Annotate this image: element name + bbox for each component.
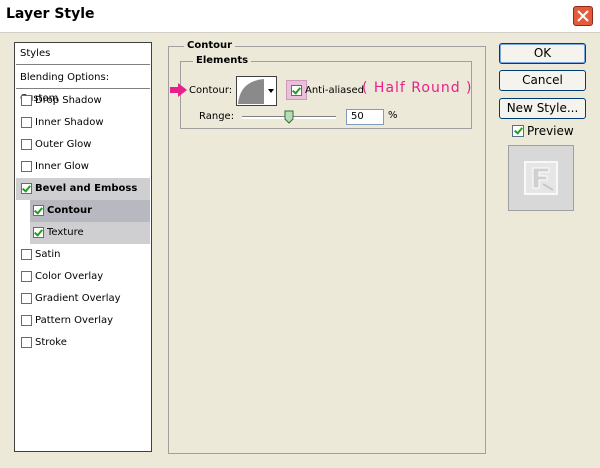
drop-shadow-checkbox[interactable] [21, 95, 32, 106]
style-item-drop-shadow[interactable]: Drop Shadow [16, 90, 150, 112]
anti-aliased-checkbox[interactable] [291, 85, 302, 96]
elements-section-title: Elements [193, 55, 252, 67]
close-icon [577, 10, 589, 22]
style-item-texture[interactable]: Texture [30, 222, 150, 244]
half-round-curve-icon [238, 79, 264, 104]
style-item-gradient-overlay[interactable]: Gradient Overlay [16, 288, 150, 310]
style-item-label: Bevel and Emboss [35, 183, 138, 194]
half-round-annotation: ( Half Round ) [362, 80, 473, 96]
style-item-satin[interactable]: Satin [16, 244, 150, 266]
style-item-bevel-and-emboss[interactable]: Bevel and Emboss [16, 178, 150, 200]
style-preview-thumbnail [508, 145, 574, 211]
style-item-inner-glow[interactable]: Inner Glow [16, 156, 150, 178]
color-overlay-checkbox[interactable] [21, 271, 32, 282]
range-slider-thumb[interactable] [284, 110, 294, 124]
style-item-label: Stroke [35, 337, 67, 348]
styles-header-label: Styles [20, 48, 51, 59]
new-style-button[interactable]: New Style... [499, 98, 586, 119]
contour-dropdown-button[interactable] [265, 76, 277, 106]
inner-glow-checkbox[interactable] [21, 161, 32, 172]
satin-checkbox[interactable] [21, 249, 32, 260]
style-item-label: Drop Shadow [35, 95, 102, 106]
preview-checkbox[interactable] [512, 125, 524, 137]
range-percent-label: % [388, 110, 398, 121]
style-preview-image [524, 161, 558, 195]
pointer-arrow-icon [170, 83, 187, 97]
inner-shadow-checkbox[interactable] [21, 117, 32, 128]
style-item-label: Inner Shadow [35, 117, 104, 128]
contour-label: Contour: [189, 85, 233, 96]
style-item-inner-shadow[interactable]: Inner Shadow [16, 112, 150, 134]
styles-list: Styles Blending Options: Custom Drop Sha… [14, 42, 152, 452]
contour-curve-preview[interactable] [236, 76, 266, 106]
style-item-stroke[interactable]: Stroke [16, 332, 150, 354]
blending-options[interactable]: Blending Options: Custom [16, 67, 150, 104]
style-item-label: Inner Glow [35, 161, 89, 172]
pattern-overlay-checkbox[interactable] [21, 315, 32, 326]
title-bar: Layer Style [0, 0, 600, 33]
style-item-color-overlay[interactable]: Color Overlay [16, 266, 150, 288]
style-item-outer-glow[interactable]: Outer Glow [16, 134, 150, 156]
bevel-and-emboss-checkbox[interactable] [21, 183, 32, 194]
close-button[interactable] [573, 6, 593, 26]
style-item-label: Pattern Overlay [35, 315, 114, 326]
style-item-label: Gradient Overlay [35, 293, 121, 304]
style-item-contour[interactable]: Contour [30, 200, 150, 222]
style-item-label: Texture [47, 227, 84, 238]
range-value-input[interactable]: 50 [346, 109, 384, 125]
styles-header[interactable]: Styles [16, 43, 150, 65]
stroke-checkbox[interactable] [21, 337, 32, 348]
anti-aliased-label: Anti-aliased [305, 85, 365, 96]
style-item-pattern-overlay[interactable]: Pattern Overlay [16, 310, 150, 332]
gradient-overlay-checkbox[interactable] [21, 293, 32, 304]
style-item-label: Satin [35, 249, 61, 260]
style-item-label: Outer Glow [35, 139, 92, 150]
range-label: Range: [199, 111, 235, 122]
layer-style-dialog: Layer Style Styles Blending Options: Cus… [0, 0, 600, 468]
style-item-label: Contour [47, 205, 93, 216]
style-item-label: Color Overlay [35, 271, 104, 282]
contour-checkbox[interactable] [33, 205, 44, 216]
ok-button[interactable]: OK [499, 43, 586, 64]
contour-section-title: Contour [184, 40, 236, 52]
window-title: Layer Style [6, 6, 95, 22]
outer-glow-checkbox[interactable] [21, 139, 32, 150]
preview-label: Preview [527, 124, 574, 138]
cancel-button[interactable]: Cancel [499, 70, 586, 91]
texture-checkbox[interactable] [33, 227, 44, 238]
